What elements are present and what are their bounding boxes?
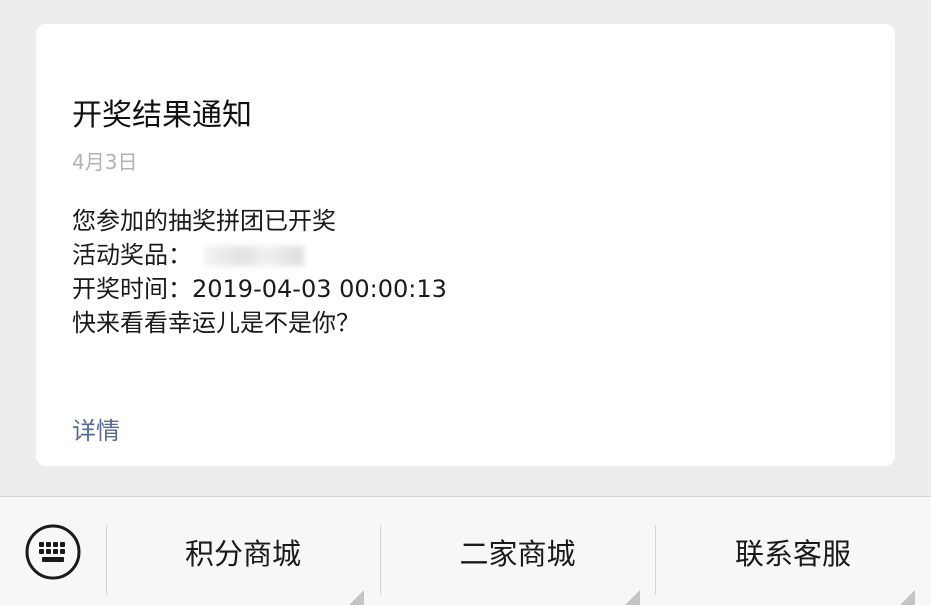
prize-label: 活动奖品： — [72, 241, 192, 269]
body-prize-line: 活动奖品： — [72, 238, 447, 272]
body-closing: 快来看看幸运儿是不是你？ — [72, 309, 360, 337]
template-message-card[interactable]: 开奖结果通知 4月3日 您参加的抽奖拼团已开奖 活动奖品： 开奖时间：2019-… — [36, 24, 895, 466]
card-body: 您参加的抽奖拼团已开奖 活动奖品： 开奖时间：2019-04-03 00:00:… — [72, 204, 447, 340]
submenu-indicator — [899, 590, 915, 605]
menu-item-points-mall[interactable]: 积分商城 — [106, 497, 380, 605]
card-date: 4月3日 — [72, 150, 138, 174]
detail-link[interactable]: 详情 — [72, 414, 120, 448]
bottom-menu-bar: 积分商城 二家商城 联系客服 — [0, 496, 931, 605]
body-draw-time-line: 开奖时间：2019-04-03 00:00:13 — [72, 272, 447, 306]
keyboard-icon — [25, 524, 81, 579]
menu-item-secondhand-mall[interactable]: 二家商城 — [380, 497, 655, 605]
submenu-indicator — [624, 590, 640, 605]
draw-time-label: 开奖时间： — [72, 275, 192, 303]
menu-item-customer-service[interactable]: 联系客服 — [655, 497, 931, 605]
prize-value-redacted — [204, 246, 304, 266]
card-title: 开奖结果通知 — [72, 98, 252, 133]
chat-screen: 开奖结果通知 4月3日 您参加的抽奖拼团已开奖 活动奖品： 开奖时间：2019-… — [0, 0, 931, 605]
body-intro: 您参加的抽奖拼团已开奖 — [72, 207, 336, 235]
keyboard-toggle-button[interactable] — [0, 497, 106, 605]
submenu-indicator — [348, 590, 364, 605]
draw-time-value: 2019-04-03 00:00:13 — [192, 275, 447, 303]
